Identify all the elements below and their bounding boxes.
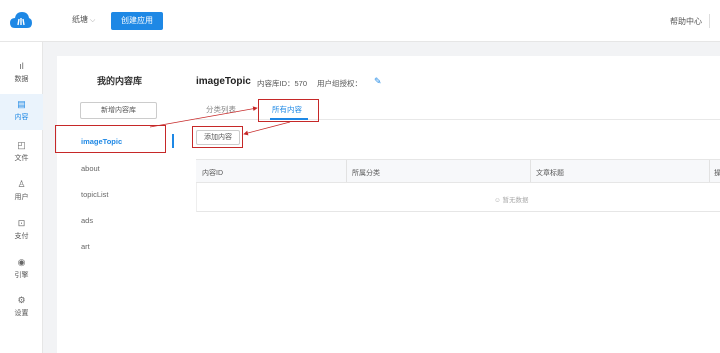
user-icon: ♙ (17, 179, 26, 189)
library-item-art[interactable]: art (81, 242, 90, 251)
annotation-box (258, 99, 319, 122)
library-item-topiclist[interactable]: topicList (81, 190, 109, 199)
team-selector[interactable]: 纸塘 ⌵ (72, 14, 95, 25)
engine-icon: ◉ (17, 257, 26, 267)
nav-label: 用户 (14, 194, 29, 201)
column-header: 文章标题 (536, 170, 564, 177)
help-center-link[interactable]: 帮助中心 (670, 16, 702, 27)
nav-item-content[interactable]: ▤ 内容 (0, 94, 43, 130)
settings-icon: ⚙ (17, 295, 26, 305)
column-header: 内容ID (202, 170, 223, 177)
nav-item-engine[interactable]: ◉ 引擎 (0, 252, 43, 288)
annotation-box (192, 126, 243, 148)
chevron-down-icon: ⌵ (90, 17, 96, 24)
nav-label: 文件 (14, 155, 29, 162)
nav-label: 支付 (14, 233, 29, 240)
table-empty-row (196, 183, 720, 212)
nav-label: 内容 (14, 114, 29, 121)
empty-state: ☺ 暂无数据 (494, 194, 528, 204)
nav-item-settings[interactable]: ⚙ 设置 (0, 290, 43, 326)
column-divider (530, 160, 531, 182)
payment-icon: ⊡ (17, 218, 26, 228)
active-indicator (172, 134, 174, 148)
nav-item-files[interactable]: ◰ 文件 (0, 135, 43, 171)
cloud-logo-icon[interactable] (9, 10, 33, 32)
nav-label: 引擎 (14, 272, 29, 279)
nav-label: 数据 (14, 76, 29, 83)
bar-chart-icon: ıl (19, 61, 24, 71)
column-divider (346, 160, 347, 182)
table-header: 内容ID 所属分类 文章标题 操 (196, 159, 720, 183)
library-title: 我的内容库 (97, 76, 143, 86)
nav-item-payment[interactable]: ⊡ 支付 (0, 213, 43, 249)
user-group-auth: 用户组授权： (317, 79, 362, 88)
create-app-button[interactable]: 创建应用 (111, 12, 163, 30)
team-name: 纸塘 (72, 15, 88, 24)
nav-item-users[interactable]: ♙ 用户 (0, 174, 43, 210)
content-title: imageTopic (196, 76, 251, 87)
column-divider (709, 160, 710, 182)
new-library-button[interactable]: 新增内容库 (80, 102, 157, 119)
library-id: 内容库ID：570 (257, 79, 308, 88)
tab-category-list[interactable]: 分类列表 (206, 104, 236, 115)
top-bar: 纸塘 ⌵ 创建应用 帮助中心 (0, 0, 720, 42)
nav-item-data[interactable]: ıl 数据 (0, 56, 43, 92)
empty-text: 暂无数据 (502, 197, 529, 204)
left-nav: ıl 数据 ▤ 内容 ◰ 文件 ♙ 用户 ⊡ 支付 ◉ 引擎 ⚙ 设置 (0, 42, 43, 353)
edit-icon[interactable]: ✎ (374, 76, 382, 87)
column-header: 所属分类 (352, 170, 380, 177)
document-icon: ▤ (17, 99, 26, 109)
library-item-about[interactable]: about (81, 164, 100, 173)
nav-label: 设置 (14, 310, 29, 317)
library-item-ads[interactable]: ads (81, 216, 93, 225)
divider (709, 14, 710, 28)
annotation-box (55, 125, 166, 153)
folder-icon: ◰ (17, 140, 26, 150)
column-header: 操 (714, 170, 720, 177)
